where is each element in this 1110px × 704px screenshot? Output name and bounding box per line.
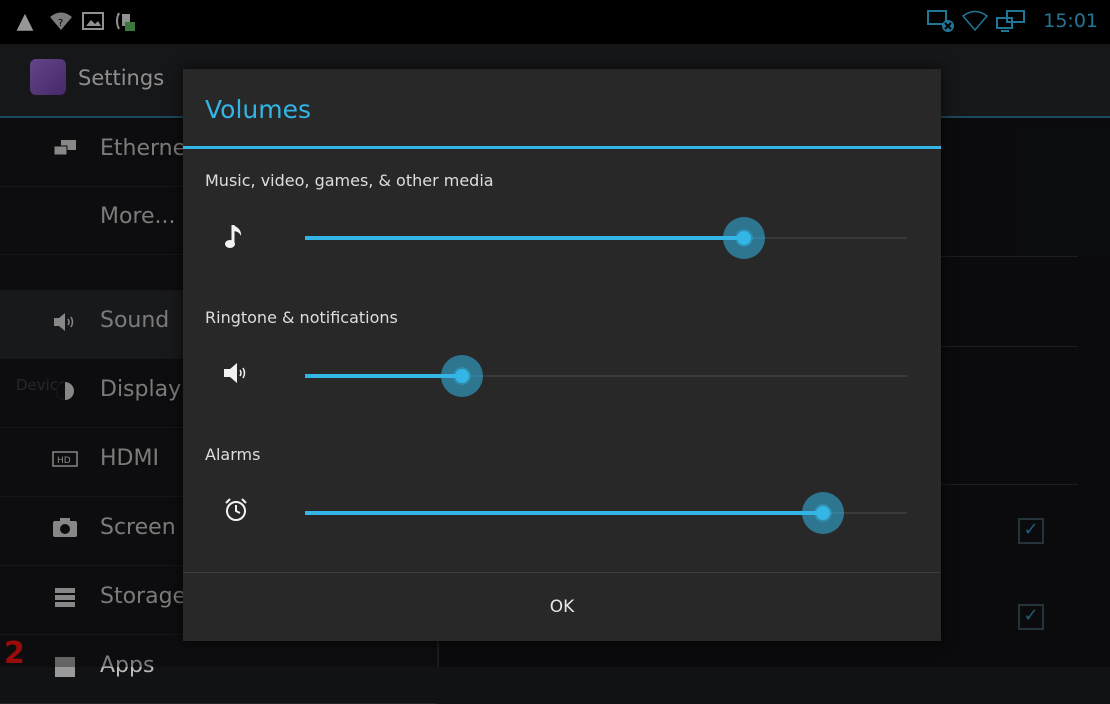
slider-thumb-center (816, 506, 830, 520)
music-note-icon (221, 221, 251, 251)
alarm-volume-slider[interactable] (305, 492, 907, 534)
slider-thumb-center (737, 231, 751, 245)
slider-fill (305, 374, 462, 378)
slider-thumb-center (455, 369, 469, 383)
dialog-title: Volumes (205, 95, 312, 124)
speaker-icon (221, 360, 251, 390)
volumes-dialog: Volumes Music, video, games, & other med… (183, 69, 941, 641)
slider-fill (305, 511, 823, 515)
ringtone-volume-label: Ringtone & notifications (205, 308, 398, 327)
media-volume-label: Music, video, games, & other media (205, 171, 494, 190)
media-volume-slider[interactable] (305, 217, 907, 259)
ringtone-volume-slider[interactable] (305, 355, 907, 397)
slider-fill (305, 236, 744, 240)
ok-button[interactable]: OK (183, 573, 941, 641)
title-divider (183, 146, 941, 149)
alarm-volume-label: Alarms (205, 445, 261, 464)
alarm-clock-icon (221, 497, 251, 527)
